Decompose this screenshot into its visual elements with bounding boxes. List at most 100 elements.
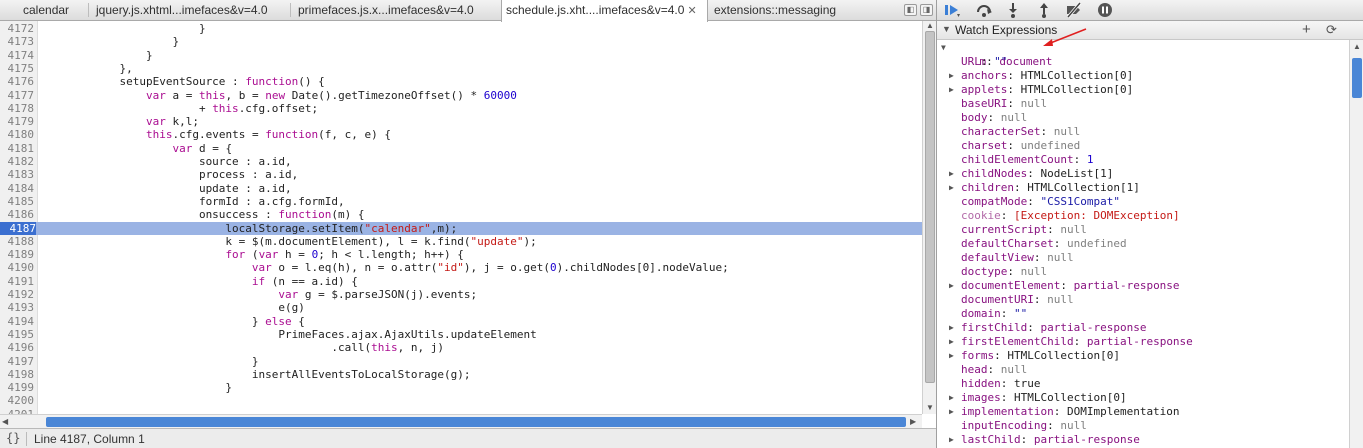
watch-property-row[interactable]: doctype: null xyxy=(949,265,1047,279)
line-number[interactable]: 4181 xyxy=(0,142,35,155)
line-number[interactable]: 4187 xyxy=(0,221,36,235)
line-number[interactable]: 4182 xyxy=(0,155,35,168)
watch-property-row[interactable]: ▶ children: HTMLCollection[1] xyxy=(949,181,1140,195)
expand-triangle-icon[interactable]: ▶ xyxy=(949,433,954,447)
step-out-icon[interactable] xyxy=(1035,2,1053,18)
watch-property-row[interactable]: ▶ applets: HTMLCollection[0] xyxy=(949,83,1133,97)
watch-property-row[interactable]: ▶ implementation: DOMImplementation xyxy=(949,405,1180,419)
scroll-thumb[interactable] xyxy=(925,31,935,383)
line-number[interactable]: 4189 xyxy=(0,248,35,261)
step-over-icon[interactable] xyxy=(975,2,993,18)
expand-triangle-icon[interactable]: ▶ xyxy=(949,321,954,335)
line-number[interactable]: 4196 xyxy=(0,341,35,354)
line-number[interactable]: 4178 xyxy=(0,102,35,115)
line-number[interactable]: 4175 xyxy=(0,62,35,75)
line-number[interactable]: 4199 xyxy=(0,381,35,394)
watch-property-row[interactable]: childElementCount: 1 xyxy=(949,153,1093,167)
line-number[interactable]: 4180 xyxy=(0,128,35,141)
deactivate-breakpoints-icon[interactable] xyxy=(1065,2,1083,18)
tab-jquery[interactable]: jquery.js.xhtml...imefaces&v=4.0 xyxy=(92,0,288,21)
collapse-triangle-icon[interactable]: ▼ xyxy=(942,24,951,34)
line-number[interactable]: 4184 xyxy=(0,182,35,195)
scroll-thumb[interactable] xyxy=(1352,58,1362,98)
refresh-watch-button[interactable]: ⟳ xyxy=(1326,22,1337,38)
line-number[interactable]: 4183 xyxy=(0,168,35,181)
expand-triangle-icon[interactable]: ▶ xyxy=(949,69,954,83)
watch-property-row[interactable]: compatMode: "CSS1Compat" xyxy=(949,195,1120,209)
expand-triangle-icon[interactable]: ▼ xyxy=(941,41,946,55)
expand-triangle-icon[interactable]: ▶ xyxy=(949,405,954,419)
watch-property-row[interactable]: ▶ forms: HTMLCollection[0] xyxy=(949,349,1120,363)
watch-vertical-scrollbar[interactable]: ▲ xyxy=(1349,40,1363,448)
watch-root-row[interactable]: ▼ m: document xyxy=(941,41,1052,68)
scroll-thumb[interactable] xyxy=(46,417,906,427)
watch-property-row[interactable]: ▶ childNodes: NodeList[1] xyxy=(949,167,1113,181)
scroll-up-arrow-icon[interactable]: ▲ xyxy=(926,21,934,31)
line-number[interactable]: 4179 xyxy=(0,115,35,128)
watch-property-row[interactable]: ▶ anchors: HTMLCollection[0] xyxy=(949,69,1133,83)
source-code-editor[interactable]: 4172 } 4173 } 4174 } 4175 }, 4176 setupEvent… xyxy=(0,21,922,414)
step-into-icon[interactable] xyxy=(1004,2,1022,18)
line-number[interactable]: 4191 xyxy=(0,275,35,288)
tab-calendar[interactable]: calendar xyxy=(19,0,87,21)
expand-triangle-icon[interactable]: ▶ xyxy=(949,335,954,349)
watch-property-row[interactable]: defaultView: null xyxy=(949,251,1074,265)
expand-triangle-icon[interactable]: ▶ xyxy=(949,181,954,195)
line-number[interactable]: 4192 xyxy=(0,288,35,301)
line-number[interactable]: 4190 xyxy=(0,261,35,274)
line-number[interactable]: 4177 xyxy=(0,89,35,102)
code-vertical-scrollbar[interactable]: ▲ ▼ xyxy=(922,21,936,414)
watch-expressions-header[interactable]: ▼ Watch Expressions + ⟳ xyxy=(937,21,1363,40)
watch-property-row[interactable]: ▶ images: HTMLCollection[0] xyxy=(949,391,1127,405)
watch-property-row[interactable]: charset: undefined xyxy=(949,139,1080,153)
watch-property-row[interactable]: domain: "" xyxy=(949,307,1027,321)
line-number[interactable]: 4188 xyxy=(0,235,35,248)
tab-extensions-messaging[interactable]: extensions::messaging xyxy=(710,0,890,21)
line-number[interactable]: 4197 xyxy=(0,355,35,368)
expand-triangle-icon[interactable]: ▶ xyxy=(949,279,954,293)
watch-property-row[interactable]: ▶ lastChild: partial-response xyxy=(949,433,1140,447)
line-number[interactable]: 4185 xyxy=(0,195,35,208)
scroll-down-arrow-icon[interactable]: ▼ xyxy=(926,403,934,413)
scroll-up-arrow-icon[interactable]: ▲ xyxy=(1353,42,1361,52)
watch-property-row[interactable]: ▶ firstElementChild: partial-response xyxy=(949,335,1193,349)
watch-property-row[interactable]: documentURI: null xyxy=(949,293,1074,307)
watch-property-row[interactable]: currentScript: null xyxy=(949,223,1087,237)
scroll-right-arrow-icon[interactable]: ▶ xyxy=(910,417,916,427)
watch-property-row[interactable]: URL: "" xyxy=(949,55,1007,69)
watch-property-row[interactable]: baseURI: null xyxy=(949,97,1047,111)
expand-triangle-icon[interactable]: ▶ xyxy=(949,391,954,405)
watch-property-row[interactable]: ▶ firstChild: partial-response xyxy=(949,321,1146,335)
watch-property-row[interactable]: inputEncoding: null xyxy=(949,419,1087,433)
add-watch-button[interactable]: + xyxy=(1302,21,1311,38)
line-number[interactable]: 4172 xyxy=(0,22,35,35)
expand-triangle-icon[interactable]: ▶ xyxy=(949,83,954,97)
watch-property-row[interactable]: cookie: [Exception: DOMException] xyxy=(949,209,1180,223)
tab-primefaces[interactable]: primefaces.js.x...imefaces&v=4.0 xyxy=(294,0,499,21)
tab-nav-right-icon[interactable]: ◨ xyxy=(920,4,933,16)
tab-nav-left-icon[interactable]: ◧ xyxy=(904,4,917,16)
close-icon[interactable]: ✕ xyxy=(687,5,696,17)
line-number[interactable]: 4193 xyxy=(0,301,35,314)
pretty-print-icon[interactable]: {} xyxy=(6,431,20,445)
watch-property-row[interactable]: characterSet: null xyxy=(949,125,1080,139)
tab-schedule[interactable]: schedule.js.xht....imefaces&v=4.0 ✕ xyxy=(501,0,708,22)
line-number[interactable]: 4194 xyxy=(0,315,35,328)
pause-resume-icon[interactable] xyxy=(943,2,961,18)
watch-property-row[interactable]: ▶ documentElement: partial-response xyxy=(949,279,1180,293)
code-horizontal-scrollbar[interactable]: ◀ ▶ xyxy=(0,414,922,428)
line-number[interactable]: 4198 xyxy=(0,368,35,381)
line-number[interactable]: 4176 xyxy=(0,75,35,88)
scroll-left-arrow-icon[interactable]: ◀ xyxy=(2,417,8,427)
watch-property-row[interactable]: body: null xyxy=(949,111,1027,125)
pause-on-exceptions-icon[interactable] xyxy=(1096,2,1114,18)
watch-property-row[interactable]: head: null xyxy=(949,363,1027,377)
line-number[interactable]: 4195 xyxy=(0,328,35,341)
watch-property-row[interactable]: hidden: true xyxy=(949,377,1041,391)
line-number[interactable]: 4200 xyxy=(0,394,35,407)
line-number[interactable]: 4173 xyxy=(0,35,35,48)
line-number[interactable]: 4186 xyxy=(0,208,35,221)
line-number[interactable]: 4174 xyxy=(0,49,35,62)
expand-triangle-icon[interactable]: ▶ xyxy=(949,349,954,363)
watch-property-row[interactable]: defaultCharset: undefined xyxy=(949,237,1127,251)
